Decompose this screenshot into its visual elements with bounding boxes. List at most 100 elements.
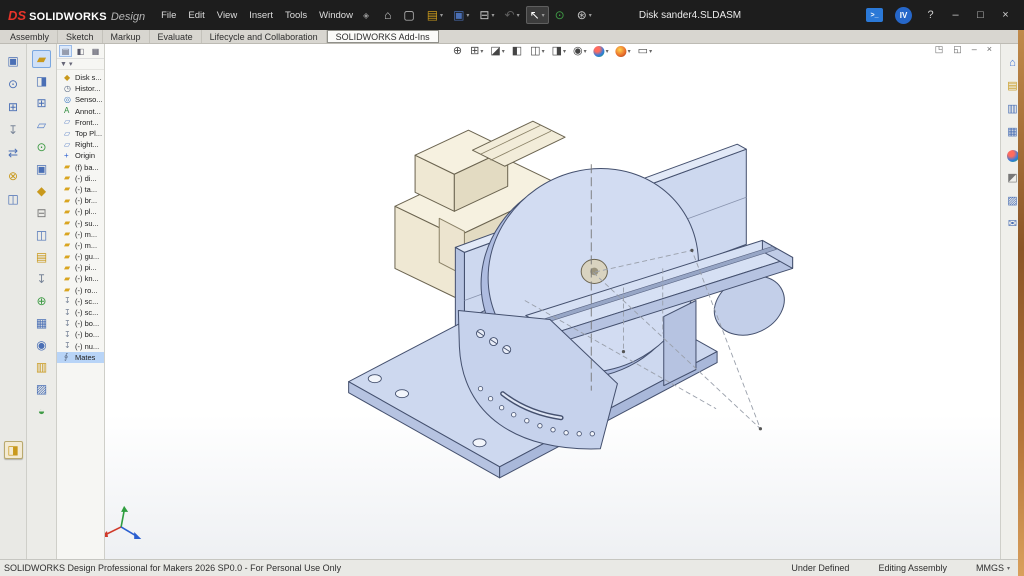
pattern-tool-icon[interactable]: ⊞	[32, 94, 51, 112]
tree-item[interactable]: ▱ Right...	[57, 139, 104, 150]
tree-item[interactable]: ↧ (-) nu...	[57, 341, 104, 352]
print-tool-icon[interactable]: ⊟	[32, 204, 51, 222]
ribbon-tab[interactable]: Lifecycle and Collaboration	[202, 30, 327, 43]
add-component-tool-icon[interactable]: ⊕	[32, 292, 51, 310]
library-tool-icon[interactable]: ▤	[32, 248, 51, 266]
tree-item[interactable]: ▰ (-) pi...	[57, 262, 104, 273]
smart-fasteners-icon[interactable]: ↧	[4, 121, 23, 139]
grid-tool-icon[interactable]: ▦	[32, 314, 51, 332]
menu-item[interactable]: Window	[313, 8, 359, 23]
orientation-triad[interactable]	[105, 506, 141, 539]
measure-icon[interactable]: ◧	[510, 45, 525, 58]
rebuild-button[interactable]: ⊙	[551, 6, 571, 24]
tree-item[interactable]: ▰ (-) br...	[57, 195, 104, 206]
appearances-icon[interactable]: ▾	[592, 45, 611, 58]
display-style-icon[interactable]: ◨ ▾	[550, 45, 568, 58]
ribbon-tab[interactable]: Sketch	[58, 30, 103, 43]
print-button[interactable]: ⊟ ▾	[475, 6, 498, 24]
assembly-model-canvas[interactable]	[105, 44, 1000, 559]
tree-item[interactable]: A Annot...	[57, 106, 104, 117]
tree-item[interactable]: ▰ (-) m...	[57, 240, 104, 251]
pin-menu-icon[interactable]: ◈	[363, 11, 369, 20]
tree-item[interactable]: ▱ Front...	[57, 117, 104, 128]
zoom-area-icon[interactable]: ⊞ ▾	[468, 45, 485, 58]
section-view-icon[interactable]: ◪ ▾	[488, 45, 506, 58]
user-avatar[interactable]: IV	[895, 7, 912, 24]
save-tool-icon[interactable]: ▣	[32, 160, 51, 178]
reference-plane-tool-icon[interactable]: ▱	[32, 116, 51, 134]
status-item[interactable]: MMGS ▾	[976, 563, 1010, 573]
target-tool-icon[interactable]: ◉	[32, 336, 51, 354]
view-settings-icon[interactable]: ▭ ▾	[636, 45, 654, 58]
viewport-minimize-icon[interactable]: –	[972, 45, 977, 54]
home-button[interactable]: ⌂	[380, 6, 397, 24]
featuremanager-tab-icon[interactable]: ▤	[59, 45, 72, 57]
tree-item[interactable]: ▰ (-) su...	[57, 217, 104, 228]
maximize-button[interactable]: □	[974, 9, 987, 21]
tree-item[interactable]: ↧ (-) sc...	[57, 296, 104, 307]
tree-item[interactable]: ↧ (-) sc...	[57, 307, 104, 318]
viewport-restore-icon[interactable]: ◳	[935, 45, 944, 54]
hatch-tool-icon[interactable]: ▨	[32, 380, 51, 398]
tree-item[interactable]: ▰ (-) m...	[57, 229, 104, 240]
mate-icon[interactable]: ⊙	[4, 75, 23, 93]
menu-item[interactable]: Insert	[243, 8, 279, 23]
menu-item[interactable]: Tools	[279, 8, 313, 23]
sphere-tool-icon[interactable]: ◒	[32, 402, 51, 420]
tree-item[interactable]: ▰ (-) ro...	[57, 285, 104, 296]
close-button[interactable]: ×	[999, 9, 1012, 21]
tree-item[interactable]: ∮ Mates	[57, 352, 104, 363]
tree-item[interactable]: ◎ Senso...	[57, 94, 104, 105]
tree-item[interactable]: ◷ Histor...	[57, 83, 104, 94]
assembly-features-icon[interactable]: ◫	[4, 190, 23, 208]
ribbon-tab[interactable]: Evaluate	[150, 30, 202, 43]
filter-caret-icon[interactable]: ▾	[69, 60, 73, 68]
tree-item[interactable]: ▰ (-) ta...	[57, 184, 104, 195]
minimize-button[interactable]: –	[949, 9, 962, 21]
propertymanager-tab-icon[interactable]: ◧	[74, 45, 87, 57]
zoom-fit-icon[interactable]: ⊕	[451, 45, 465, 58]
tree-item[interactable]: ▰ (-) di...	[57, 173, 104, 184]
columns-tool-icon[interactable]: ▥	[32, 358, 51, 376]
tree-item[interactable]: + Origin	[57, 150, 104, 161]
insert-components-icon[interactable]: ▣	[4, 52, 23, 70]
exploded-view-icon[interactable]: ⊗	[4, 167, 23, 185]
features-tool-icon[interactable]: ◨	[32, 72, 51, 90]
options-gear-button[interactable]: ⊛ ▾	[573, 6, 596, 24]
graphics-viewport[interactable]: ⊕ ⊞ ▾ ◪ ▾	[105, 44, 1000, 559]
tree-item[interactable]: ▰ (-) gu...	[57, 251, 104, 262]
open-button[interactable]: ▤ ▾	[423, 6, 447, 24]
tree-item[interactable]: ▰ (f) ba...	[57, 162, 104, 173]
view-orientation-icon[interactable]: ◫ ▾	[528, 45, 546, 58]
instant3d-toggle-icon[interactable]: ◨	[4, 441, 23, 459]
hide-show-icon[interactable]: ◉ ▾	[571, 45, 589, 58]
save-button[interactable]: ▣ ▾	[449, 6, 473, 24]
tree-item[interactable]: ▰ (-) kn...	[57, 273, 104, 284]
filter-funnel-icon[interactable]: ▼	[60, 61, 67, 68]
tree-item[interactable]: ▰ (-) pl...	[57, 206, 104, 217]
menu-item[interactable]: Edit	[182, 8, 210, 23]
cloud-console-icon[interactable]: >_	[866, 8, 883, 22]
sketch-tool-icon[interactable]: ▰	[32, 50, 51, 68]
new-document-button[interactable]: ▢	[399, 6, 420, 24]
tree-item[interactable]: ↧ (-) bo...	[57, 329, 104, 340]
help-button[interactable]: ?	[924, 9, 937, 21]
viewport-split-icon[interactable]: ◱	[953, 45, 962, 54]
configurations-tab-icon[interactable]: ▦	[89, 45, 102, 57]
component-pattern-icon[interactable]: ⊞	[4, 98, 23, 116]
tree-item[interactable]: ◆ Disk s...	[57, 72, 104, 83]
ribbon-tab[interactable]: SOLIDWORKS Add-Ins	[327, 30, 439, 43]
undo-button[interactable]: ↶ ▾	[501, 6, 524, 24]
part-tool-icon[interactable]: ◆	[32, 182, 51, 200]
display-tool-icon[interactable]: ◫	[32, 226, 51, 244]
viewport-close-icon[interactable]: ×	[987, 45, 992, 54]
select-arrow-button[interactable]: ↖ ▾	[526, 6, 549, 24]
scene-icon[interactable]: ▾	[614, 45, 633, 58]
menu-item[interactable]: View	[211, 8, 243, 23]
tree-item[interactable]: ↧ (-) bo...	[57, 318, 104, 329]
ribbon-tab[interactable]: Markup	[103, 30, 150, 43]
menu-item[interactable]: File	[155, 8, 182, 23]
ribbon-tab[interactable]: Assembly	[2, 30, 58, 43]
move-component-icon[interactable]: ⇄	[4, 144, 23, 162]
tree-item[interactable]: ▱ Top Pl...	[57, 128, 104, 139]
